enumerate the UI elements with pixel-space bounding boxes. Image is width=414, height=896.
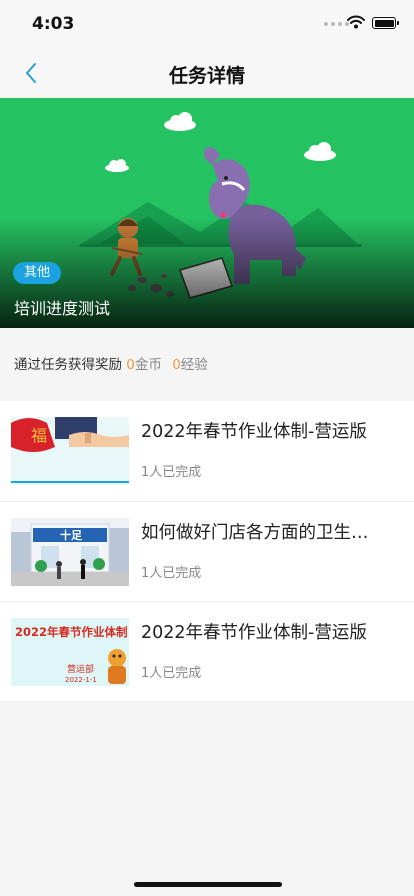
list-item[interactable]: 2022年春节作业体制 营运部 2022-1-1 2022年春节作业体制-营运版… (0, 601, 414, 702)
svg-text:福: 福 (31, 426, 47, 445)
gold-value: 0 (126, 357, 135, 373)
thumb-dept-text: 营运部 (67, 663, 94, 675)
list-item[interactable]: 十足 如何做好门店各方面的卫生… 1人已完成 (0, 501, 414, 602)
reward-info: 通过任务获得奖励 0金币 0经验 (14, 353, 208, 373)
category-tag: 其他 (13, 262, 62, 284)
course-title: 2022年春节作业体制-营运版 (141, 422, 367, 442)
exp-unit: 经验 (180, 357, 208, 373)
exp-value: 0 (172, 357, 181, 373)
status-time: 4:03 (32, 14, 75, 34)
store-sign-text: 十足 (60, 528, 83, 542)
task-banner: 其他 培训进度测试 (0, 98, 414, 328)
completion-count: 1人已完成 (141, 566, 202, 581)
page-title: 任务详情 (168, 65, 245, 87)
cellular-signal-icon (324, 22, 349, 26)
thumb-title-text: 2022年春节作业体制 (15, 625, 128, 639)
home-indicator (134, 882, 282, 887)
course-list: 福 2022年春节作业体制-营运版 1人已完成 十足 如何做好门店各方面的卫生…… (0, 401, 414, 701)
battery-icon (372, 17, 399, 29)
gold-unit: 金币 (134, 357, 162, 373)
course-thumbnail: 福 (11, 417, 129, 485)
course-title: 如何做好门店各方面的卫生… (141, 523, 369, 543)
course-thumbnail: 2022年春节作业体制 营运部 2022-1-1 (11, 618, 129, 686)
task-title: 培训进度测试 (14, 299, 111, 318)
status-bar: 4:03 (0, 0, 414, 48)
reward-label: 通过任务获得奖励 (14, 357, 122, 373)
navigation-bar: 任务详情 (0, 48, 414, 98)
completion-count: 1人已完成 (141, 465, 202, 480)
list-item[interactable]: 福 2022年春节作业体制-营运版 1人已完成 (0, 401, 414, 501)
course-thumbnail: 十足 (11, 518, 129, 586)
completion-count: 1人已完成 (141, 666, 202, 681)
course-title: 2022年春节作业体制-营运版 (141, 623, 367, 643)
thumb-date-text: 2022-1-1 (65, 676, 97, 684)
wifi-icon (347, 15, 365, 29)
